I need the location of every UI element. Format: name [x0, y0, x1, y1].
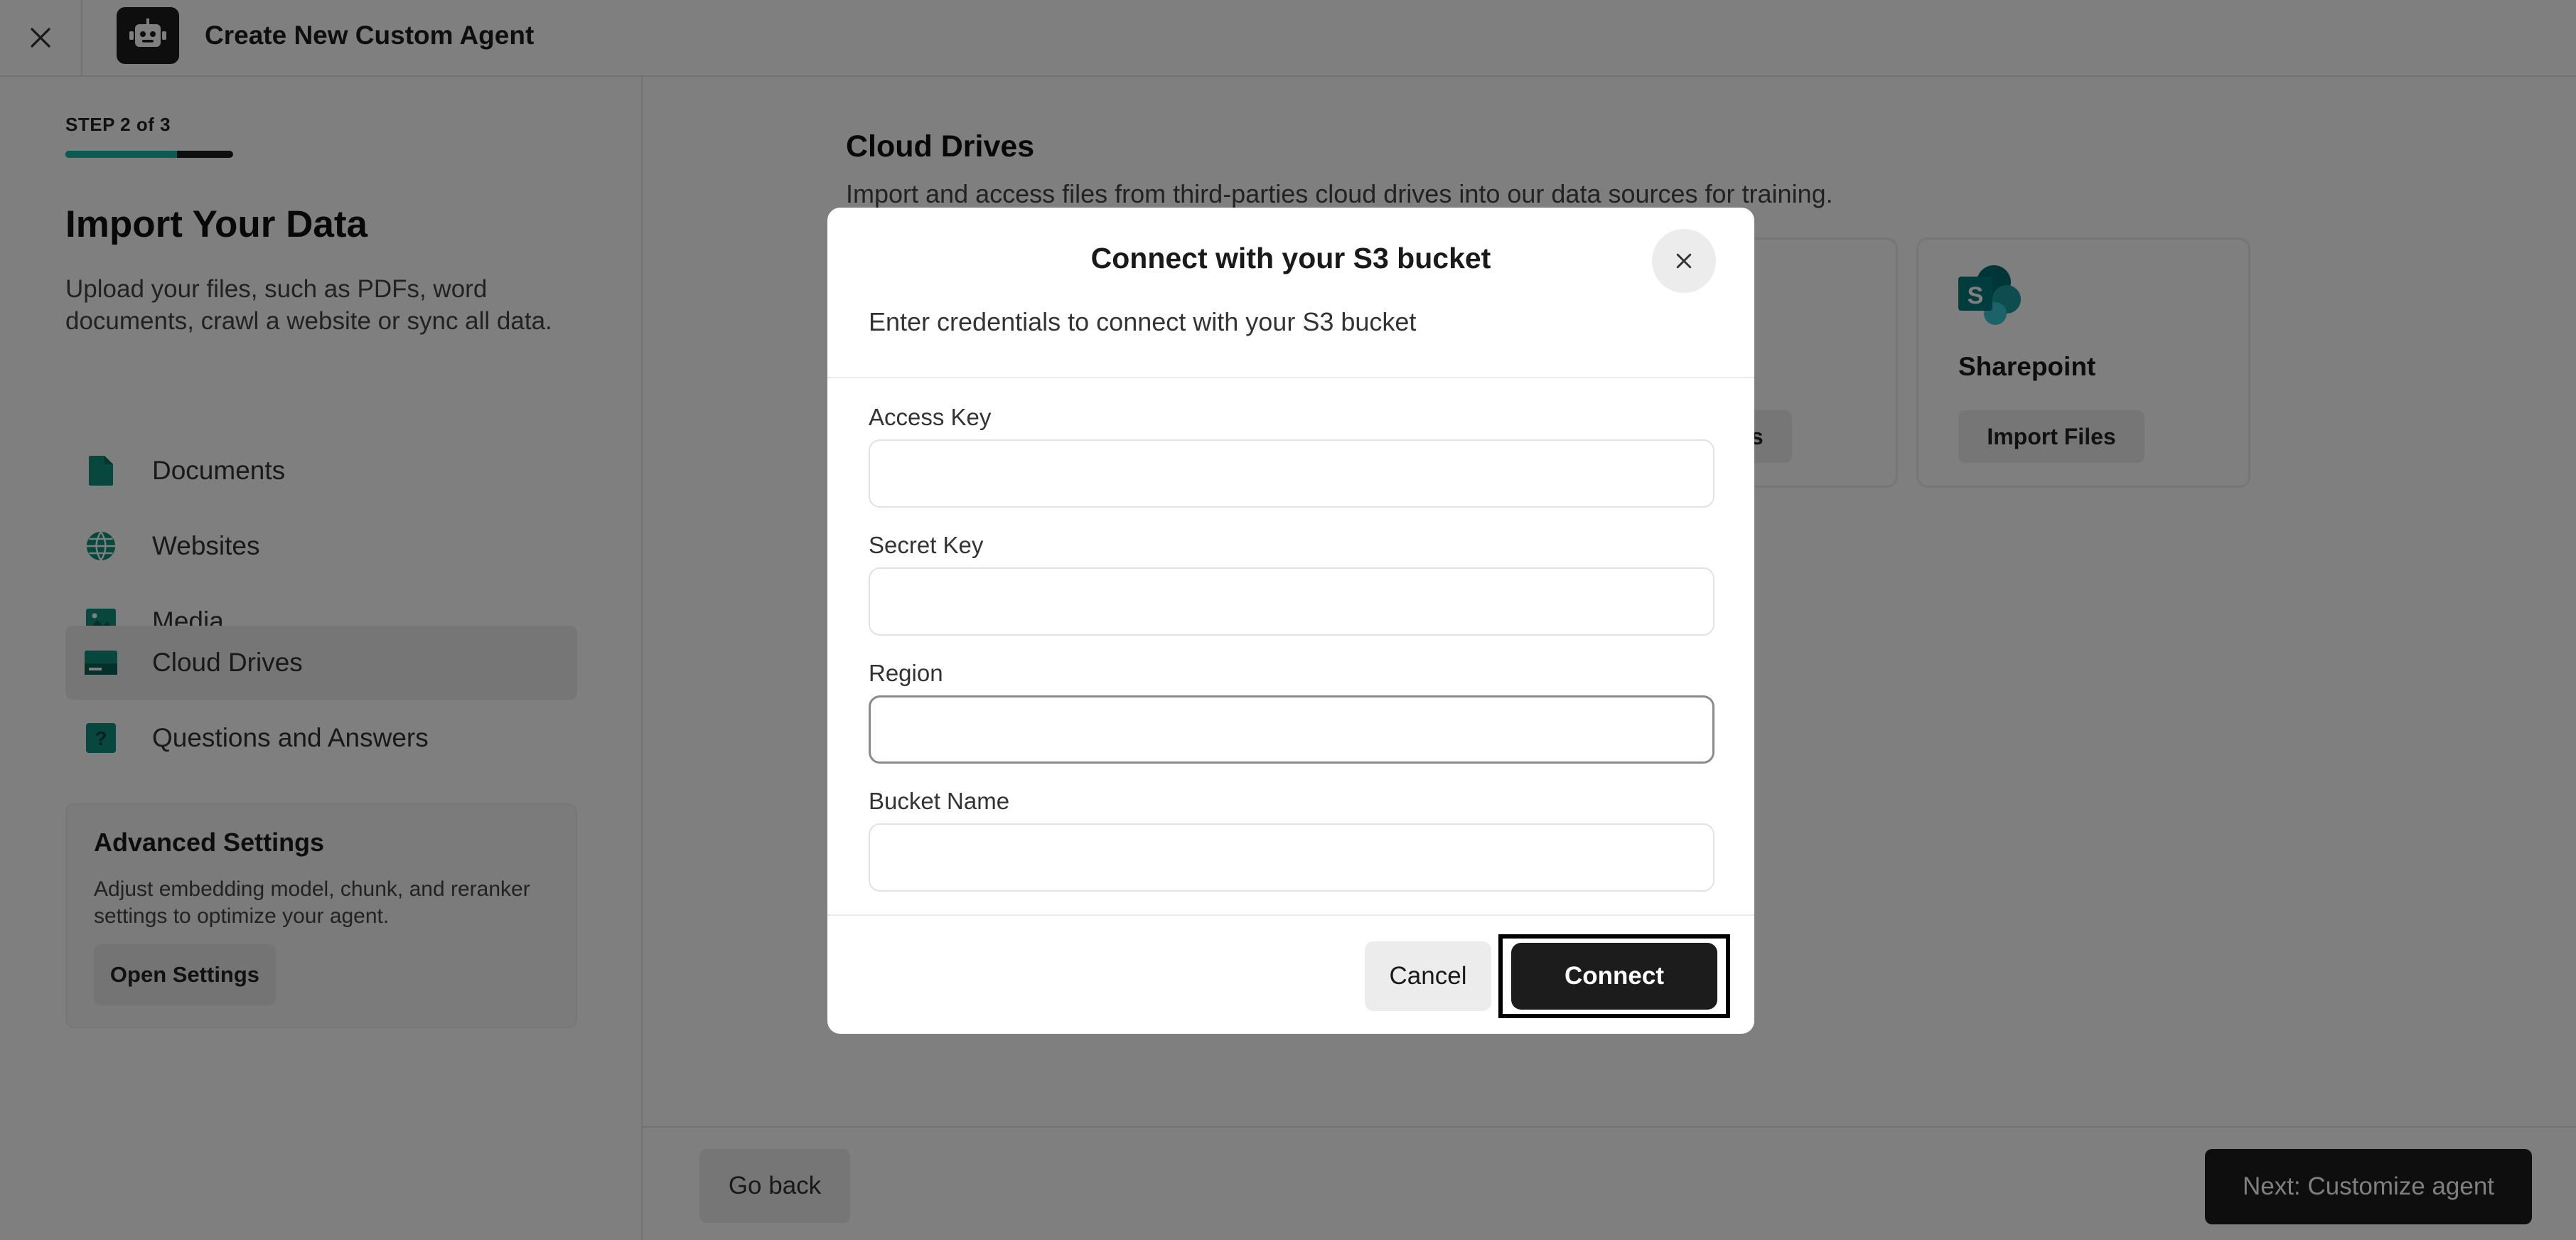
s3-connect-dialog: Connect with your S3 bucket Enter creden…: [827, 208, 1754, 1034]
access-key-label: Access Key: [869, 404, 992, 430]
region-label: Region: [869, 660, 943, 686]
region-input[interactable]: [869, 695, 1714, 764]
connect-button[interactable]: Connect: [1511, 943, 1717, 1010]
bucket-name-label: Bucket Name: [869, 788, 1010, 814]
cancel-button[interactable]: Cancel: [1365, 941, 1491, 1011]
dialog-close-button[interactable]: [1652, 229, 1716, 293]
close-icon: [1676, 253, 1692, 269]
secret-key-label: Secret Key: [869, 532, 984, 558]
dialog-subtitle: Enter credentials to connect with your S…: [869, 307, 1417, 336]
bucket-name-input[interactable]: [869, 823, 1714, 892]
divider: [827, 377, 1754, 378]
secret-key-input[interactable]: [869, 567, 1714, 636]
access-key-input[interactable]: [869, 439, 1714, 508]
dialog-title: Connect with your S3 bucket: [1090, 242, 1491, 274]
divider: [827, 914, 1754, 916]
